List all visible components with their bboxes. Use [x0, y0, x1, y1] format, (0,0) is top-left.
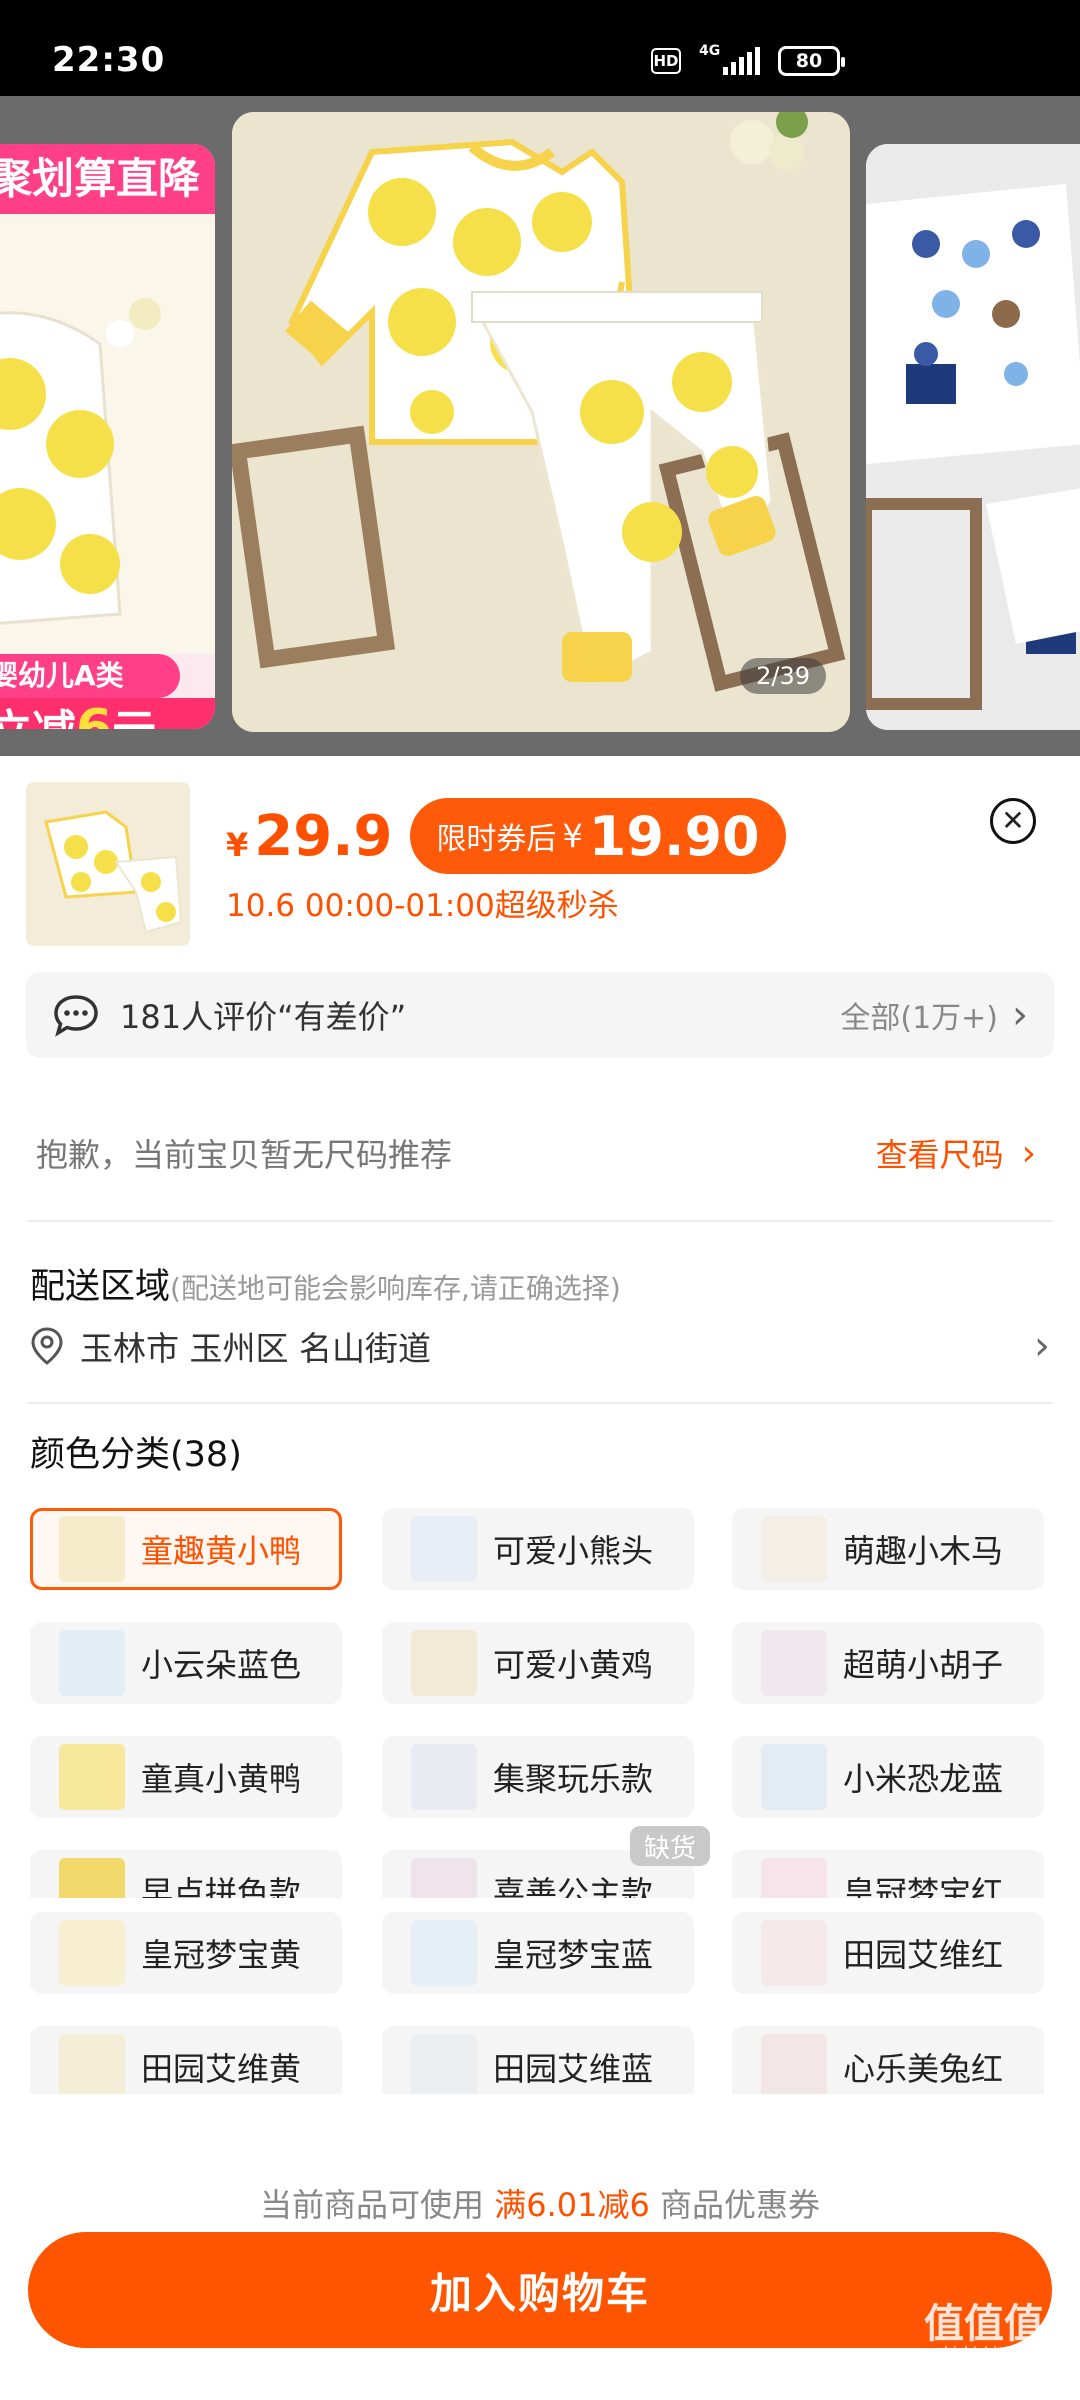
network-type: 4G: [699, 43, 721, 59]
color-option[interactable]: 田园艾维蓝: [382, 2026, 694, 2094]
status-time: 22:30: [52, 40, 166, 80]
color-option[interactable]: 田园艾维黄: [30, 2026, 342, 2094]
coupon-price: 19.90: [588, 804, 760, 868]
color-option[interactable]: 可爱小黄鸡: [382, 1622, 694, 1704]
promo-banner-mid: 婴幼儿A类: [0, 654, 180, 698]
view-size-link[interactable]: 查看尺码: [876, 1130, 1004, 1176]
color-option[interactable]: 萌趣小木马: [732, 1508, 1044, 1590]
close-icon: ✕: [1001, 804, 1025, 837]
color-option[interactable]: 心乐美兔红: [732, 2026, 1044, 2094]
shipping-title: 配送区域(配送地可能会影响库存,请正确选择): [30, 1267, 621, 1307]
coupon-currency: ¥: [562, 817, 583, 855]
comment-icon: [54, 995, 98, 1037]
product-gallery[interactable]: 聚划算直降 婴幼儿A类 立减6元 2/39: [0, 96, 1080, 756]
color-thumbnail: [411, 1744, 477, 1810]
color-option[interactable]: 皇冠梦宝蓝: [382, 1912, 694, 1994]
gallery-current-image[interactable]: 2/39: [232, 112, 850, 732]
sku-sheet: ¥ 29.9 限时券后 ¥ 19.90 10.6 00:00-01:00超级秒杀…: [0, 756, 1080, 2400]
color-option[interactable]: 田园艾维红: [732, 1912, 1044, 1994]
coupon-price-pill: 限时券后 ¥ 19.90: [410, 798, 786, 874]
color-option[interactable]: 可爱小熊头: [382, 1508, 694, 1590]
promo-banner-bottom: 立减6元: [0, 698, 215, 729]
color-option[interactable]: 小米恐龙蓝: [732, 1736, 1044, 1818]
close-button[interactable]: ✕: [990, 798, 1036, 844]
status-icons: HD 4G 80: [651, 43, 845, 76]
pajama-illustration: [0, 214, 215, 654]
color-option[interactable]: 集聚玩乐款: [382, 1736, 694, 1818]
size-recommend-row: 抱歉，当前宝贝暂无尺码推荐 查看尺码 ›: [36, 1130, 1036, 1176]
location-pin-icon: [31, 1327, 63, 1365]
color-option[interactable]: 皇冠梦宝黄: [30, 1912, 342, 1994]
color-thumbnail: [411, 2034, 477, 2094]
color-thumbnail: [59, 1858, 125, 1898]
coupon-note: 当前商品可使用 满6.01减6 商品优惠券: [260, 2186, 820, 2224]
color-thumbnail: [761, 1920, 827, 1986]
review-summary-bar[interactable]: 181人评价“有差价” 全部(1万+) ›: [26, 972, 1054, 1058]
color-option[interactable]: 童真小黄鸭: [30, 1736, 342, 1818]
color-option[interactable]: 超萌小胡子: [732, 1622, 1044, 1704]
image-counter: 2/39: [740, 658, 826, 694]
color-thumbnail: [761, 1516, 827, 1582]
color-thumbnail: [59, 1920, 125, 1986]
battery-icon: 80: [778, 46, 845, 76]
gallery-prev-image[interactable]: 聚划算直降 婴幼儿A类 立减6元: [0, 144, 215, 729]
color-section-title: 颜色分类(38): [30, 1435, 242, 1475]
color-thumbnail: [761, 1858, 827, 1898]
promo-banner-top: 聚划算直降: [0, 144, 215, 214]
price-row: ¥ 29.9 限时券后 ¥ 19.90: [226, 798, 786, 874]
bear-pajama-illustration: [866, 144, 1080, 730]
status-bar: 22:30 HD 4G 80: [0, 0, 1080, 96]
color-options-grid-lower: 皇冠梦宝黄 皇冠梦宝蓝 田园艾维红 田园艾维黄 田园艾维蓝 心乐美兔红: [30, 1898, 1050, 2094]
color-option[interactable]: 童趣黄小鸭: [30, 1508, 342, 1590]
color-option[interactable]: 早点拼色款: [30, 1850, 342, 1898]
thumbnail-illustration: [26, 782, 190, 946]
divider: [28, 1220, 1052, 1222]
color-option[interactable]: 小云朵蓝色: [30, 1622, 342, 1704]
color-thumbnail: [411, 1516, 477, 1582]
color-thumbnail: [761, 2034, 827, 2094]
product-thumbnail[interactable]: [26, 782, 190, 946]
chevron-right-icon: ›: [1012, 992, 1028, 1038]
coupon-highlight: 满6.01减6: [494, 2186, 650, 2224]
hd-icon: HD: [651, 48, 681, 74]
color-thumbnail: [59, 1516, 125, 1582]
color-options-grid: 童趣黄小鸭 可爱小熊头 萌趣小木马 小云朵蓝色 可爱小黄鸡 超萌小胡子 童真小黄…: [30, 1508, 1050, 1898]
price-value: 29.9: [254, 803, 393, 869]
color-thumbnail: [59, 2034, 125, 2094]
yellow-pajama-illustration: [232, 112, 850, 732]
price-currency: ¥: [226, 826, 249, 864]
gallery-next-image[interactable]: [866, 144, 1080, 730]
shipping-hint: (配送地可能会影响库存,请正确选择): [170, 1272, 621, 1305]
size-recommend-text: 抱歉，当前宝贝暂无尺码推荐: [36, 1136, 453, 1174]
color-thumbnail: [411, 1920, 477, 1986]
color-thumbnail: [411, 1630, 477, 1696]
divider: [28, 1402, 1052, 1404]
chevron-right-icon: ›: [1021, 1132, 1036, 1174]
color-thumbnail: [59, 1630, 125, 1696]
color-thumbnail: [761, 1744, 827, 1810]
shipping-address-row[interactable]: 玉林市 玉州区 名山街道 ›: [30, 1322, 1050, 1370]
out-of-stock-badge: 缺货: [630, 1826, 710, 1866]
flash-sale-time: 10.6 00:00-01:00超级秒杀: [226, 888, 619, 924]
color-thumbnail: [761, 1630, 827, 1696]
color-thumbnail: [59, 1744, 125, 1810]
add-to-cart-button[interactable]: 加入购物车: [28, 2232, 1052, 2348]
color-thumbnail: [411, 1858, 477, 1898]
color-option[interactable]: 皇冠梦宝红: [732, 1850, 1044, 1898]
review-all-link[interactable]: 全部(1万+): [840, 993, 998, 1037]
shipping-address: 玉林市 玉州区 名山街道: [80, 1329, 431, 1368]
coupon-label: 限时券后: [436, 822, 557, 857]
watermark-logo: 值值值 zhizhizhi.com: [924, 2301, 1044, 2361]
review-summary-text: 181人评价“有差价”: [120, 998, 407, 1036]
chevron-right-icon: ›: [1034, 1323, 1050, 1369]
signal-icon: 4G: [699, 43, 760, 75]
